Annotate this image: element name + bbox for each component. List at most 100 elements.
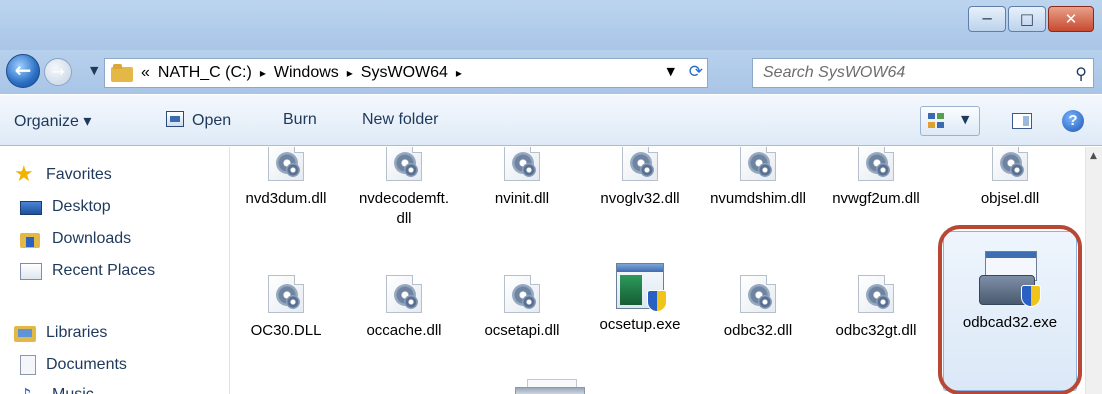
- preview-pane-icon[interactable]: [1012, 113, 1032, 129]
- views-icon: [928, 113, 946, 129]
- address-row: ← → ▼ « NATH_C (C:) ▸ Windows ▸ SysWOW64…: [0, 50, 1102, 94]
- close-icon: ✕: [1064, 10, 1078, 28]
- file-name: ocsetup.exe: [599, 316, 681, 333]
- breadcrumb-syswow64[interactable]: SysWOW64: [361, 64, 448, 82]
- nav-libraries[interactable]: Libraries: [14, 321, 107, 345]
- nav-label: Libraries: [46, 324, 108, 341]
- file-item-partial[interactable]: [631, 379, 681, 394]
- maximize-icon: □: [1019, 10, 1035, 28]
- refresh-icon[interactable]: ⟳: [689, 62, 703, 82]
- exe-file-icon: [616, 263, 667, 312]
- file-item[interactable]: odbc32.dll: [703, 275, 813, 341]
- file-name: nvumdshim.dll: [710, 190, 806, 207]
- breadcrumb-separator-icon[interactable]: ▸: [456, 66, 462, 80]
- dll-file-icon: [504, 275, 540, 313]
- breadcrumb-separator-icon[interactable]: ▸: [347, 66, 353, 80]
- file-item-partial[interactable]: [515, 387, 585, 394]
- nav-music[interactable]: ♪ Music: [20, 383, 94, 394]
- scroll-up-icon[interactable]: ▲: [1090, 151, 1097, 161]
- breadcrumb-windows[interactable]: Windows: [274, 64, 339, 82]
- dll-file-icon: [858, 275, 894, 313]
- star-icon: ★: [14, 162, 34, 187]
- file-name: OC30.DLL: [250, 322, 322, 339]
- file-name: nvd3dum.dll: [245, 190, 327, 207]
- dll-file-icon: [740, 275, 776, 313]
- nav-documents[interactable]: Documents: [20, 353, 127, 377]
- breadcrumb-drive[interactable]: NATH_C (C:): [158, 64, 252, 82]
- dll-file-icon: [386, 275, 422, 313]
- open-button[interactable]: Open: [166, 111, 231, 130]
- change-view-button[interactable]: ▼: [920, 106, 980, 136]
- title-bar: ─ □ ✕: [0, 0, 1102, 50]
- views-dropdown-icon[interactable]: ▼: [961, 113, 969, 126]
- close-button[interactable]: ✕: [1048, 6, 1094, 32]
- file-item[interactable]: nvinit.dll: [467, 147, 577, 209]
- file-item-selected[interactable]: odbcad32.exe: [955, 251, 1065, 333]
- folder-icon: [111, 64, 133, 82]
- maximize-button[interactable]: □: [1008, 6, 1046, 32]
- file-item[interactable]: nvdecodemft.dll: [349, 147, 459, 229]
- open-icon: [166, 111, 184, 127]
- nav-desktop[interactable]: Desktop: [20, 195, 111, 219]
- breadcrumb-overflow[interactable]: «: [141, 64, 150, 82]
- uac-shield-icon: [1021, 285, 1041, 307]
- file-item[interactable]: nvumdshim.dll: [703, 147, 813, 209]
- nav-favorites[interactable]: ★ Favorites: [14, 163, 112, 187]
- file-item[interactable]: nvwgf2um.dll: [821, 147, 931, 209]
- nav-downloads[interactable]: Downloads: [20, 227, 131, 251]
- dll-file-icon: [740, 147, 776, 181]
- breadcrumb-separator-icon[interactable]: ▸: [260, 66, 266, 80]
- recent-places-icon: [20, 262, 42, 280]
- burn-button[interactable]: Burn: [283, 111, 317, 129]
- vertical-scrollbar[interactable]: ▲: [1085, 147, 1102, 394]
- minimize-button[interactable]: ─: [968, 6, 1006, 32]
- file-item[interactable]: nvoglv32.dll: [585, 147, 695, 209]
- file-name: nvoglv32.dll: [600, 190, 680, 207]
- file-name: odbc32.dll: [723, 322, 793, 339]
- nav-label: Documents: [46, 356, 127, 373]
- music-icon: ♪: [20, 385, 42, 394]
- new-folder-button[interactable]: New folder: [362, 111, 438, 129]
- dll-file-icon: [858, 147, 894, 181]
- back-button[interactable]: ←: [6, 54, 40, 88]
- dll-file-icon: [504, 147, 540, 181]
- nav-label: Downloads: [52, 230, 132, 247]
- file-list: nvd3dum.dll nvdecodemft.dll nvinit.dll n…: [231, 147, 1102, 394]
- dll-file-icon: [386, 147, 422, 181]
- recent-pages-dropdown[interactable]: ▼: [90, 64, 98, 77]
- dll-file-icon: [622, 147, 658, 181]
- forward-button[interactable]: →: [44, 58, 72, 86]
- nav-label: Music: [52, 386, 94, 394]
- help-icon[interactable]: ?: [1062, 110, 1084, 132]
- dll-file-icon: [992, 147, 1028, 181]
- open-label: Open: [192, 112, 232, 129]
- nav-recent-places[interactable]: Recent Places: [20, 259, 155, 283]
- search-input[interactable]: [763, 64, 1053, 82]
- back-arrow-icon: ←: [14, 58, 32, 82]
- file-item[interactable]: occache.dll: [349, 275, 459, 341]
- documents-icon: [20, 355, 36, 375]
- nav-label: Desktop: [52, 198, 111, 215]
- libraries-icon: [14, 323, 36, 343]
- desktop-icon: [20, 201, 42, 215]
- uac-shield-icon: [647, 290, 667, 312]
- file-name: nvwgf2um.dll: [832, 190, 920, 207]
- file-name: odbcad32.exe: [962, 314, 1058, 331]
- search-icon[interactable]: ⚲: [1075, 64, 1087, 83]
- file-name: occache.dll: [366, 322, 442, 339]
- nav-label: Recent Places: [52, 262, 156, 279]
- file-item[interactable]: odbc32gt.dll: [821, 275, 931, 341]
- dll-file-icon: [268, 275, 304, 313]
- file-item[interactable]: ocsetup.exe: [585, 263, 695, 335]
- file-item[interactable]: objsel.dll: [955, 147, 1065, 209]
- forward-arrow-icon: →: [51, 62, 65, 81]
- file-item[interactable]: ocsetapi.dll: [467, 275, 577, 341]
- file-item[interactable]: OC30.DLL: [231, 275, 341, 341]
- file-name: odbc32gt.dll: [835, 322, 917, 339]
- file-item[interactable]: nvd3dum.dll: [231, 147, 341, 209]
- search-box[interactable]: ⚲: [752, 58, 1094, 88]
- address-bar[interactable]: « NATH_C (C:) ▸ Windows ▸ SysWOW64 ▸ ▼ ⟳: [104, 58, 708, 88]
- downloads-icon: [20, 229, 42, 249]
- organize-button[interactable]: Organize ▾: [14, 111, 91, 131]
- address-dropdown-icon[interactable]: ▼: [667, 65, 675, 78]
